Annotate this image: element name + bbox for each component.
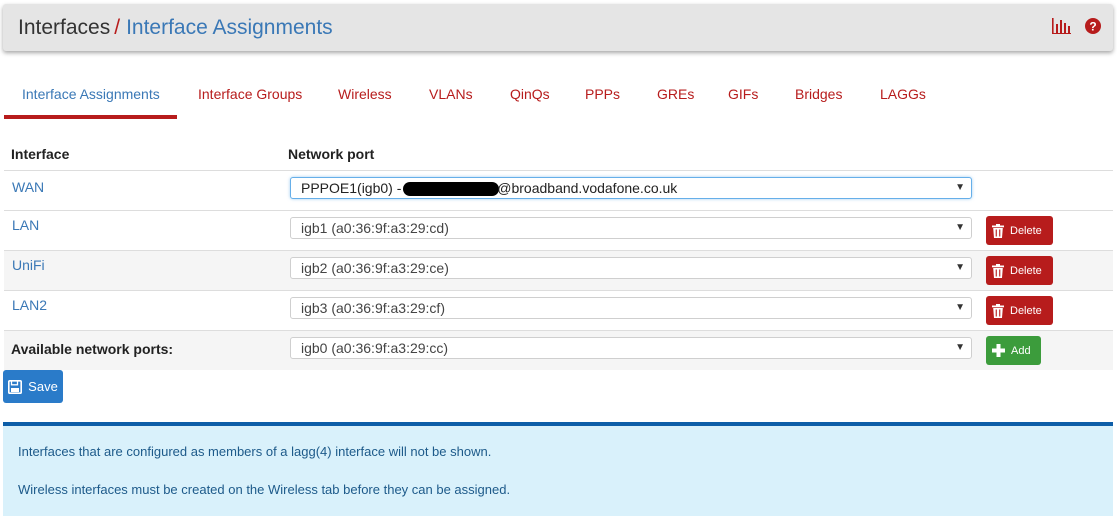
table-header: Interface Network port [4, 130, 1113, 170]
tab-bridges[interactable]: Bridges [795, 72, 842, 117]
delete-button-label: Delete [1010, 224, 1042, 237]
network-port-select-wan[interactable]: PPPOE1(igb0) - @broadband.vodafone.co.uk… [290, 177, 972, 199]
info-text-lagg: Interfaces that are configured as member… [18, 444, 492, 459]
delete-button-lan2[interactable]: Delete [986, 296, 1053, 325]
network-port-select-lan[interactable]: igb1 (a0:36:9f:a3:29:cd) ▼ [290, 217, 972, 239]
network-port-select-lan2[interactable]: igb3 (a0:36:9f:a3:29:cf) ▼ [290, 297, 972, 319]
port-value-prefix: PPPOE1(igb0) - [301, 180, 402, 196]
port-value: igb2 (a0:36:9f:a3:29:ce) [301, 260, 449, 276]
info-panel: Interfaces that are configured as member… [3, 422, 1113, 516]
svg-text:?: ? [1089, 20, 1096, 34]
info-text-wireless: Wireless interfaces must be created on t… [18, 482, 511, 497]
breadcrumb: Interfaces / Interface Assignments [18, 16, 333, 40]
tab-qinqs[interactable]: QinQs [510, 72, 550, 117]
tab-ppps[interactable]: PPPs [585, 72, 620, 117]
dropdown-arrow-icon: ▼ [955, 262, 965, 273]
trash-icon [992, 303, 1004, 318]
plus-icon [992, 344, 1005, 357]
dropdown-arrow-icon: ▼ [955, 302, 965, 313]
tab-interface-groups[interactable]: Interface Groups [198, 72, 302, 117]
delete-button-lan[interactable]: Delete [986, 216, 1053, 245]
port-value: igb3 (a0:36:9f:a3:29:cf) [301, 300, 445, 316]
help-icon[interactable]: ? [1085, 18, 1101, 34]
trash-icon [992, 263, 1004, 278]
active-tab-indicator [4, 115, 177, 119]
tab-gifs[interactable]: GIFs [728, 72, 758, 117]
table-row-unifi: UniFi igb2 (a0:36:9f:a3:29:ce) ▼ Delete [4, 250, 1113, 290]
save-button-label: Save [28, 379, 58, 394]
add-button-label: Add [1011, 344, 1031, 357]
dropdown-arrow-icon: ▼ [955, 222, 965, 233]
redaction-mark [403, 182, 500, 197]
column-header-interface: Interface [11, 146, 70, 162]
bar-chart-icon[interactable] [1052, 18, 1071, 34]
tab-gres[interactable]: GREs [657, 72, 694, 117]
available-port-select[interactable]: igb0 (a0:36:9f:a3:29:cc) ▼ [290, 337, 972, 359]
port-value: igb1 (a0:36:9f:a3:29:cd) [301, 220, 449, 236]
port-value: igb0 (a0:36:9f:a3:29:cc) [301, 340, 449, 356]
tab-vlans[interactable]: VLANs [429, 72, 473, 117]
page-header: Interfaces / Interface Assignments ? [3, 4, 1113, 51]
save-button[interactable]: Save [3, 370, 63, 403]
breadcrumb-current[interactable]: Interface Assignments [126, 16, 333, 39]
port-value-suffix: @broadband.vodafone.co.uk [497, 180, 678, 196]
table-row-wan: WAN PPPOE1(igb0) - @broadband.vodafone.c… [4, 170, 1113, 210]
tab-bar: Interface Assignments Interface Groups W… [0, 72, 1117, 120]
available-ports-label: Available network ports: [11, 341, 174, 357]
delete-button-label: Delete [1010, 264, 1042, 277]
tab-wireless[interactable]: Wireless [338, 72, 392, 117]
network-port-select-unifi[interactable]: igb2 (a0:36:9f:a3:29:ce) ▼ [290, 257, 972, 279]
breadcrumb-root[interactable]: Interfaces [18, 16, 110, 39]
table-row-available: Available network ports: igb0 (a0:36:9f:… [4, 330, 1113, 370]
tab-laggs[interactable]: LAGGs [880, 72, 926, 117]
interface-link-wan[interactable]: WAN [12, 179, 44, 195]
interface-link-lan2[interactable]: LAN2 [12, 297, 47, 313]
interface-link-lan[interactable]: LAN [12, 217, 39, 233]
save-icon [8, 379, 23, 394]
table-row-lan2: LAN2 igb3 (a0:36:9f:a3:29:cf) ▼ Delete [4, 290, 1113, 330]
add-button[interactable]: Add [986, 336, 1041, 365]
dropdown-arrow-icon: ▼ [955, 342, 965, 353]
interface-link-unifi[interactable]: UniFi [12, 257, 45, 273]
dropdown-arrow-icon: ▼ [955, 182, 965, 193]
interface-table: Interface Network port WAN PPPOE1(igb0) … [4, 130, 1113, 370]
breadcrumb-separator: / [114, 16, 121, 39]
trash-icon [992, 223, 1004, 238]
tab-interface-assignments[interactable]: Interface Assignments [22, 72, 160, 117]
delete-button-unifi[interactable]: Delete [986, 256, 1053, 285]
delete-button-label: Delete [1010, 304, 1042, 317]
table-row-lan: LAN igb1 (a0:36:9f:a3:29:cd) ▼ Delete [4, 210, 1113, 250]
column-header-network-port: Network port [288, 146, 375, 162]
